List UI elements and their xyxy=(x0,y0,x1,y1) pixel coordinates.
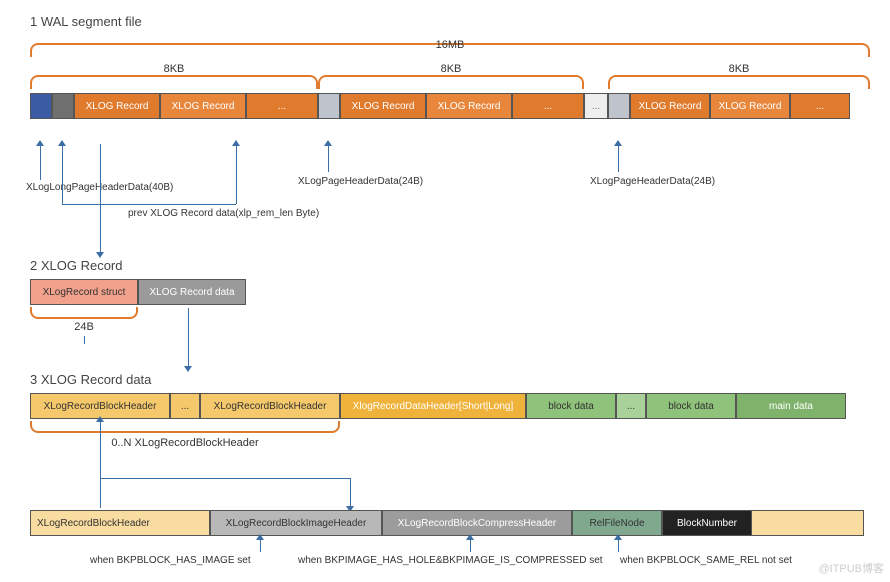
xlog-record-6: XLOG Record xyxy=(710,93,790,119)
arrow-note-image xyxy=(260,538,261,552)
section1-title: 1 WAL segment file xyxy=(30,14,870,29)
section-wal-segment: 1 WAL segment file 16MB 8KB 8KB 8KB XLOG… xyxy=(30,14,870,119)
label-prev-rec: prev XLOG Record data(xlp_rem_len Byte) xyxy=(128,208,319,219)
xlog-record-dots-3: ... xyxy=(790,93,850,119)
xlogrecord-data: XLOG Record data xyxy=(138,279,246,305)
brace-8kb-3 xyxy=(608,75,870,89)
brace-0n-headers xyxy=(30,421,340,433)
xlog-record-dots-2: ... xyxy=(512,93,584,119)
arrow-note-same-head xyxy=(614,534,622,540)
rel-file-node: RelFileNode xyxy=(572,510,662,536)
note-when-hole: when BKPIMAGE_HAS_HOLE&BKPIMAGE_IS_COMPR… xyxy=(298,555,603,566)
arrow-sec2-to-sec3 xyxy=(188,308,189,368)
xlog-record-1: XLOG Record xyxy=(74,93,160,119)
arrow-24b-tick xyxy=(84,336,85,344)
brace-8kb-1-label: 8KB xyxy=(30,63,318,75)
brace-16mb-label: 16MB xyxy=(30,39,870,51)
block-number: BlockNumber xyxy=(662,510,752,536)
section-block-header-detail: XLogRecordBlockHeader XLogRecordBlockIma… xyxy=(30,510,865,536)
arrow-note-hole-head xyxy=(466,534,474,540)
prev-record-tail xyxy=(52,93,74,119)
wal-segment-row: XLOG Record XLOG Record ... XLOG Record … xyxy=(30,93,870,119)
block-data-1: block data xyxy=(526,393,616,419)
brace-24b xyxy=(30,307,138,319)
block-header-n: XLogRecordBlockHeader xyxy=(200,393,340,419)
xlog-record-dots-1: ... xyxy=(246,93,318,119)
arrow-note-image-head xyxy=(256,534,264,540)
arrow-sec3-to-sec4-v2 xyxy=(350,478,351,508)
long-header-blue xyxy=(30,93,52,119)
xlog-record-5: XLOG Record xyxy=(630,93,710,119)
section-xlog-record-data: 3 XLOG Record data XLogRecordBlockHeader… xyxy=(30,372,865,449)
arrow-prev-rec-v2 xyxy=(236,144,237,204)
arrow-sec1-to-sec2 xyxy=(100,144,101,254)
arrow-short2-v xyxy=(618,144,619,172)
segment-gap: ... xyxy=(584,93,608,119)
short-header-2 xyxy=(608,93,630,119)
brace-8kb-2-label: 8KB xyxy=(318,63,584,75)
arrow-prev-rec-v xyxy=(62,144,63,204)
arrow-note-same xyxy=(618,538,619,552)
arrow-sec3-to-sec4-v1 xyxy=(100,420,101,508)
section3-title: 3 XLOG Record data xyxy=(30,372,865,387)
section-xlog-record: 2 XLOG Record XLogRecord struct XLOG Rec… xyxy=(30,258,330,333)
arrow-prev-rec-h xyxy=(62,204,236,205)
arrow-prev-rec-head2 xyxy=(232,140,240,146)
brace-0n-headers-label: 0..N XLogRecordBlockHeader xyxy=(30,437,340,449)
block-header-dots: ... xyxy=(170,393,200,419)
block-header-wrapper: XLogRecordBlockHeader xyxy=(30,510,210,536)
brace-8kb-3-label: 8KB xyxy=(608,63,870,75)
arrow-sec3-to-sec4-h xyxy=(100,478,350,479)
arrow-short2-head xyxy=(614,140,622,146)
main-data: main data xyxy=(736,393,846,419)
arrow-note-hole xyxy=(470,538,471,552)
arrow-sec3-to-sec4-head1 xyxy=(96,416,104,422)
arrow-short1-v xyxy=(328,144,329,172)
block-data-n: block data xyxy=(646,393,736,419)
note-when-same: when BKPBLOCK_SAME_REL not set xyxy=(620,555,792,566)
label-short-header-1: XLogPageHeaderData(24B) xyxy=(298,176,423,187)
brace-8kb-2 xyxy=(318,75,584,89)
xlog-record-4: XLOG Record xyxy=(426,93,512,119)
watermark: @ITPUB博客 xyxy=(818,560,884,576)
block-image-header: XLogRecordBlockImageHeader xyxy=(210,510,382,536)
section2-title: 2 XLOG Record xyxy=(30,258,330,273)
xlog-record-3: XLOG Record xyxy=(340,93,426,119)
xlog-record-2: XLOG Record xyxy=(160,93,246,119)
note-when-image: when BKPBLOCK_HAS_IMAGE set xyxy=(90,555,251,566)
arrow-long-header-v xyxy=(40,144,41,180)
label-short-header-2: XLogPageHeaderData(24B) xyxy=(590,176,715,187)
arrow-prev-rec-head1 xyxy=(58,140,66,146)
brace-8kb-1 xyxy=(30,75,318,89)
block-compress-header: XLogRecordBlockCompressHeader xyxy=(382,510,572,536)
xlogrecord-struct: XLogRecord struct xyxy=(30,279,138,305)
brace-24b-label: 24B xyxy=(30,321,138,333)
data-header: XlogRecordDataHeader[Short|Long] xyxy=(340,393,526,419)
short-header-1 xyxy=(318,93,340,119)
block-data-dots: ... xyxy=(616,393,646,419)
block-header-wrapper-tail xyxy=(752,510,864,536)
arrow-short1-head xyxy=(324,140,332,146)
arrow-long-header-head xyxy=(36,140,44,146)
